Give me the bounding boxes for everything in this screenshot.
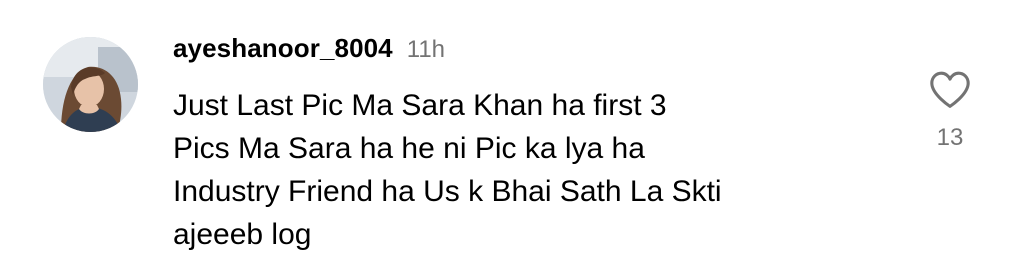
comment-header: ayeshanoor_8004 11h (173, 33, 445, 69)
avatar-image (43, 37, 138, 132)
heart-outline-icon[interactable] (928, 70, 972, 110)
like-control: 13 (922, 70, 978, 152)
avatar[interactable] (43, 37, 138, 132)
comment-text: Just Last Pic Ma Sara Khan ha first 3 Pi… (173, 89, 722, 251)
like-count: 13 (936, 124, 964, 151)
comment-timestamp: 11h (406, 36, 446, 63)
comment-item: ayeshanoor_8004 11h Just Last Pic Ma Sar… (0, 0, 1024, 269)
username-link[interactable]: ayeshanoor_8004 (173, 33, 393, 64)
